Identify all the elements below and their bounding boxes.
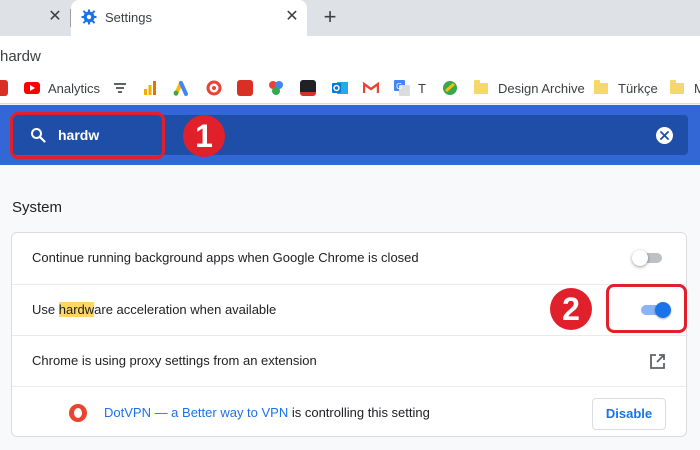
google-translate-icon: G (394, 80, 410, 96)
label-prefix: Use (32, 302, 59, 317)
gear-icon (81, 9, 97, 25)
bookmark-item[interactable] (300, 80, 316, 96)
bookmark-translate[interactable]: G T (394, 80, 426, 96)
new-tab-plus-icon[interactable]: + (318, 6, 342, 30)
youtube-analytics-icon (24, 82, 40, 94)
folder-icon (474, 79, 488, 94)
bookmark-colorful-icon (269, 81, 283, 95)
tab-strip: ✕ Settings ✕ + (0, 0, 700, 36)
bookmark-swirl-icon (206, 80, 222, 96)
bookmark-label: Analytics (48, 80, 101, 96)
system-settings-card: Continue running background apps when Go… (11, 232, 688, 438)
label-rest: are acceleration when available (94, 302, 277, 317)
clear-search-icon[interactable] (656, 127, 673, 144)
setting-label: Continue running background apps when Go… (32, 250, 419, 265)
disable-extension-button[interactable]: Disable (592, 398, 666, 430)
bookmark-item[interactable] (237, 80, 253, 96)
bookmark-item[interactable] (112, 80, 128, 96)
gmail-icon (363, 81, 379, 93)
bookmarks-bar: Analytics G T Design Archive Türkçe M (0, 72, 700, 104)
external-link-icon[interactable] (649, 353, 666, 370)
address-bar-text: hardw (0, 48, 41, 65)
setting-row-background-apps[interactable]: Continue running background apps when Go… (12, 233, 688, 283)
address-bar[interactable]: hardw (0, 42, 700, 68)
annotation-box-search (10, 112, 165, 159)
bookmark-item[interactable] (206, 80, 222, 96)
previous-tab-close-icon[interactable]: ✕ (46, 8, 64, 26)
bookmark-dark-icon (300, 80, 316, 96)
bookmark-item[interactable] (142, 80, 158, 96)
bookmark-item[interactable] (0, 80, 8, 96)
tab-settings[interactable]: Settings ✕ (71, 0, 307, 36)
dotvpn-link[interactable]: DotVPN — a Better way to VPN (104, 405, 288, 420)
bookmark-item[interactable] (268, 80, 284, 96)
background-apps-toggle[interactable] (632, 250, 664, 266)
bookmark-pinwheel-icon (114, 83, 126, 93)
bookmark-green-circle-icon (443, 81, 457, 95)
bookmark-item[interactable] (442, 80, 458, 96)
bookmark-folder-design-archive[interactable]: Design Archive (474, 79, 585, 96)
close-tab-icon[interactable]: ✕ (283, 8, 301, 26)
bookmark-red-icon (0, 80, 8, 96)
bookmark-label: M (694, 80, 700, 96)
bookmark-item[interactable] (173, 80, 189, 96)
outlook-icon (332, 82, 348, 94)
setting-label: Use hardware acceleration when available (32, 302, 276, 317)
tab-title: Settings (105, 10, 152, 25)
annotation-badge-1: 1 (183, 115, 225, 157)
folder-icon (670, 79, 684, 94)
dotvpn-logo-icon (69, 404, 87, 422)
toggle-knob (632, 250, 648, 266)
bookmark-folder-turkce[interactable]: Türkçe (594, 79, 658, 96)
section-title-system: System (12, 199, 63, 216)
bookmark-label: Design Archive (498, 80, 585, 96)
bookmark-analytics[interactable]: Analytics (24, 80, 100, 96)
bookmark-item[interactable] (332, 80, 348, 96)
svg-text:G: G (396, 82, 402, 91)
vpn-controlling-text: DotVPN — a Better way to VPN is controll… (104, 405, 430, 420)
setting-label: Chrome is using proxy settings from an e… (32, 353, 317, 368)
setting-row-vpn-extension: DotVPN — a Better way to VPN is controll… (12, 386, 688, 438)
setting-row-proxy[interactable]: Chrome is using proxy settings from an e… (12, 335, 688, 385)
google-analytics-icon (144, 81, 156, 95)
bookmark-red-square-icon (237, 80, 253, 96)
search-highlight: hardw (58, 302, 95, 317)
bookmark-label: Türkçe (618, 80, 658, 96)
bookmark-label: T (418, 80, 426, 96)
annotation-badge-2: 2 (550, 288, 592, 330)
bookmark-item[interactable] (363, 80, 379, 96)
google-ads-icon (173, 81, 188, 96)
bookmark-folder-m[interactable]: M (670, 79, 700, 96)
folder-icon (594, 79, 608, 94)
annotation-box-toggle (606, 284, 687, 333)
vpn-suffix: is controlling this setting (288, 405, 430, 420)
